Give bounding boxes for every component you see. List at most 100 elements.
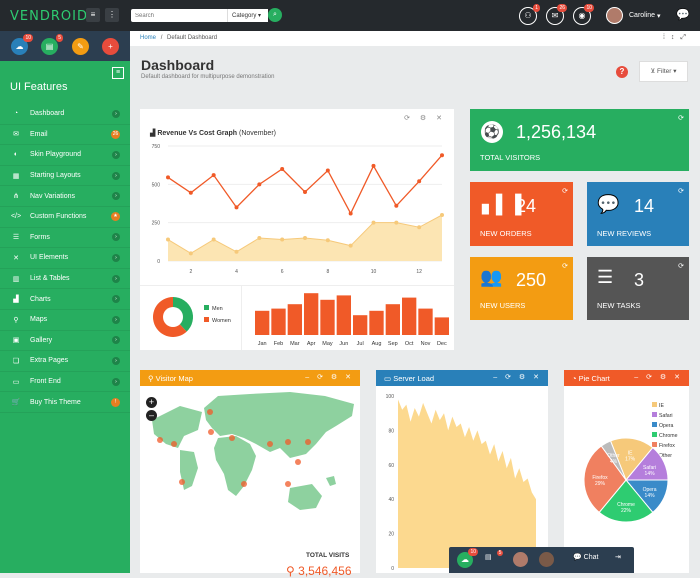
data-point: [325, 238, 330, 243]
bar: [320, 299, 335, 335]
avatar[interactable]: [513, 552, 528, 567]
data-point: [348, 243, 353, 248]
sidebar-item-front-end[interactable]: ▭ Front End ›: [0, 372, 130, 393]
sidebar-item-email[interactable]: ✉ Email 26: [0, 125, 130, 146]
bar: [336, 295, 351, 335]
refresh-icon[interactable]: ⟳: [562, 262, 568, 270]
panel-tools[interactable]: ⟳ ⚙ ✕: [404, 114, 446, 122]
revenue-title-rest: (November): [239, 130, 276, 137]
menu-toggle-icon[interactable]: ≡: [86, 8, 100, 22]
x-tick-label: 6: [281, 269, 284, 275]
sidebar-item-buy-this-theme[interactable]: 🛒 Buy This Theme!: [0, 392, 130, 413]
data-point: [257, 182, 262, 187]
users-icon[interactable]: ⚇ 1: [519, 4, 540, 25]
y-tick-label: 500: [152, 182, 161, 188]
zoom-in-button[interactable]: +: [146, 397, 157, 408]
globe-icon[interactable]: ◉ 10: [573, 4, 594, 25]
sidebar-item-custom-functions[interactable]: </> Custom Functions ★: [0, 207, 130, 228]
pencil-icon[interactable]: ✎: [72, 38, 89, 55]
sidebar-item-forms[interactable]: ☰ Forms ›: [0, 228, 130, 249]
sidebar-item-starting-layouts[interactable]: ▦ Starting Layouts ›: [0, 166, 130, 187]
legend-label: Firefox: [659, 443, 675, 449]
legend-swatch: [204, 305, 209, 310]
breadcrumb-tools[interactable]: ⁞↕⤢: [663, 34, 692, 42]
avatar[interactable]: [539, 552, 554, 567]
x-tick-label: 4: [235, 269, 238, 275]
search-button[interactable]: ⌕: [268, 8, 282, 22]
chevron-right-icon: ›: [112, 171, 120, 180]
sidebar-item-nav-variations[interactable]: ⋔ Nav Variations ›: [0, 186, 130, 207]
help-icon[interactable]: ?: [616, 66, 628, 78]
list-view-icon[interactable]: ≡: [112, 67, 124, 79]
data-point: [280, 237, 285, 242]
legend-label: Women: [212, 318, 231, 324]
chat-bar: ☁ 10 ▤5 💬 Chat ⇥: [449, 547, 634, 573]
bar-label: Sep: [388, 341, 398, 347]
sidebar-item-list-tables[interactable]: ▥ List & Tables ›: [0, 269, 130, 290]
chat-button[interactable]: 💬 Chat: [573, 553, 598, 561]
chevron-right-icon: ›: [112, 336, 120, 345]
sidebar-item-label: Custom Functions: [30, 213, 87, 221]
sidebar: ☁ 10 ▤ 5 ✎ + UI Features ≡ ◔ Dashboard › ✉ Ema…: [0, 31, 130, 573]
sidebar-badge: 26: [111, 129, 120, 139]
browser-pie-chart: IESafariOperaChromeFirefoxOtherIE 17%Safa…: [583, 402, 678, 523]
breadcrumb-home[interactable]: Home: [140, 35, 156, 41]
sidebar-item-label: Starting Layouts: [30, 172, 81, 180]
map-pin-icon: ⚲: [13, 316, 19, 324]
page-header: Dashboard Default dashboard for multipur…: [141, 57, 274, 80]
total-visits-label: TOTAL VISITS: [306, 552, 350, 559]
panel-tools[interactable]: – ⟳ ⚙ ✕: [305, 373, 354, 381]
location-icon: ⚲: [286, 564, 295, 578]
data-point: [348, 211, 353, 216]
mail-icon[interactable]: ✉ 26: [546, 4, 567, 25]
bar-label: Jul: [357, 341, 364, 347]
sidebar-item-extra-pages[interactable]: ❏ Extra Pages ›: [0, 351, 130, 372]
list-badge: 5: [56, 34, 63, 42]
pie-icon: ◔: [572, 374, 577, 383]
data-point: [417, 179, 422, 184]
sidebar-item-skin-playground[interactable]: ◐ Skin Playground ›: [0, 145, 130, 166]
panel-tools[interactable]: – ⟳ ⚙ ✕: [493, 373, 542, 381]
add-icon[interactable]: +: [102, 38, 119, 55]
cloud-icon[interactable]: ☁ 10: [457, 548, 478, 568]
bar: [385, 304, 400, 335]
sidebar-item-ui-elements[interactable]: ✕ UI Elements ›: [0, 248, 130, 269]
page-subtitle: Default dashboard for multipurpose demon…: [141, 74, 275, 80]
sidebar-item-maps[interactable]: ⚲ Maps ›: [0, 310, 130, 331]
more-options-icon[interactable]: ⋮: [105, 8, 119, 22]
top-bar: VENDROID ≡ ⋮ Category ▾ ⌕ ⚇1 ✉26 ◉10 Car…: [0, 0, 700, 31]
panel-tools[interactable]: – ⟳ ⚙ ✕: [634, 373, 683, 381]
bar: [418, 308, 433, 335]
cloud-icon[interactable]: ☁ 10: [11, 34, 33, 55]
refresh-icon[interactable]: ⟳: [678, 262, 684, 270]
sidebar-item-dashboard[interactable]: ◔ Dashboard ›: [0, 104, 130, 125]
sidebar-item-charts[interactable]: ▟ Charts ›: [0, 289, 130, 310]
visitors-label: TOTAL VISITORS: [480, 153, 541, 162]
filter-button[interactable]: ⊻ Filter ▾: [639, 61, 688, 82]
visitor-map-panel: ⚲ Visitor Map – ⟳ ⚙ ✕ + – TOTAL VISITS ⚲…: [140, 370, 360, 578]
chevron-right-icon: ›: [112, 233, 120, 242]
list-icon[interactable]: ▤5: [41, 34, 63, 55]
refresh-icon[interactable]: ⟳: [562, 187, 568, 195]
server-load-header: ▭ Server Load – ⟳ ⚙ ✕: [376, 370, 548, 386]
bar: [353, 315, 368, 335]
legend-label: Men: [212, 306, 223, 312]
data-point: [280, 167, 285, 171]
map-pin-icon: ⚲: [148, 374, 154, 383]
monitor-icon: ▭: [384, 374, 392, 383]
sidebar-item-gallery[interactable]: ▣ Gallery ›: [0, 331, 130, 352]
search-input[interactable]: [131, 9, 227, 22]
refresh-icon[interactable]: ⟳: [678, 114, 684, 122]
zoom-out-button[interactable]: –: [146, 410, 157, 421]
chat-bubble-icon[interactable]: 💬: [676, 8, 690, 21]
tasks-label: NEW TASKS: [597, 301, 641, 310]
refresh-icon[interactable]: ⟳: [678, 187, 684, 195]
bar-label: May: [322, 341, 333, 347]
data-point: [234, 205, 239, 210]
category-select[interactable]: Category ▾: [227, 9, 268, 22]
sidebar-badge: !: [111, 397, 120, 407]
chevron-right-icon: ›: [112, 253, 120, 262]
logout-icon[interactable]: ⇥: [615, 553, 621, 561]
list-icon[interactable]: ▤5: [485, 550, 504, 562]
user-menu[interactable]: Caroline ▾: [606, 7, 661, 24]
